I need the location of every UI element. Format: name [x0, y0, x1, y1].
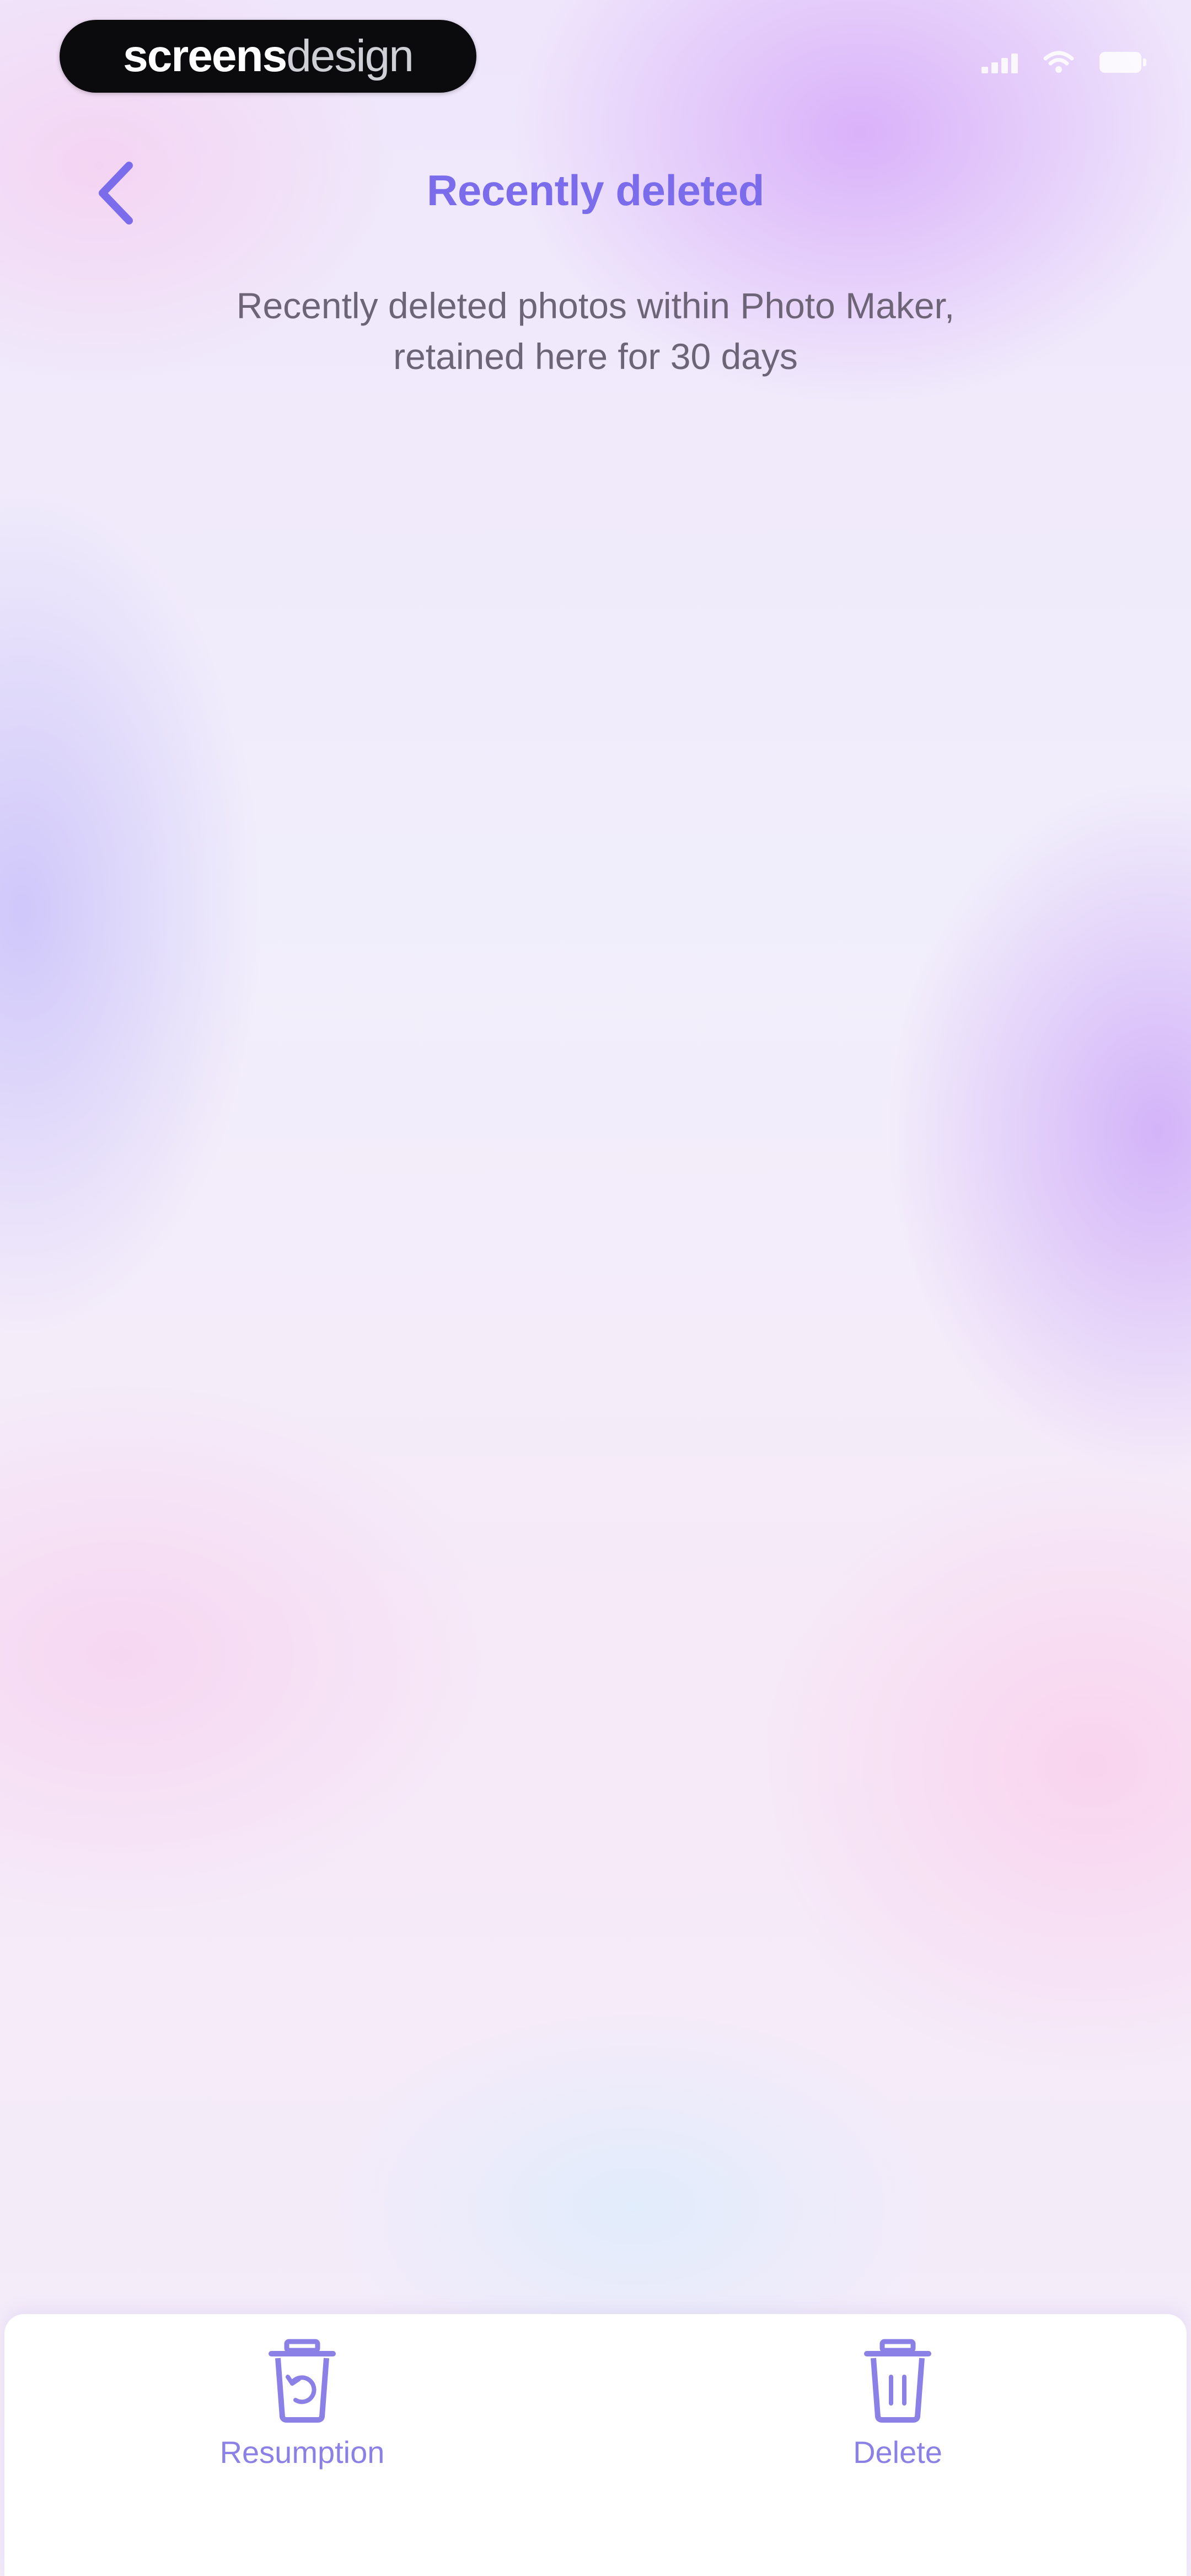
battery-icon	[1099, 52, 1146, 73]
status-bar-icons	[981, 51, 1146, 74]
resumption-button[interactable]: Resumption	[186, 2336, 418, 2470]
retention-notice: Recently deleted photos within Photo Mak…	[143, 280, 1048, 382]
delete-label: Delete	[853, 2435, 942, 2470]
cellular-signal-icon	[981, 51, 1018, 73]
watermark-bold-text: screens	[123, 31, 287, 81]
delete-button[interactable]: Delete	[782, 2336, 1013, 2470]
screensdesign-watermark: screens design	[60, 20, 476, 93]
wifi-icon	[1043, 51, 1074, 73]
retention-notice-line-1: Recently deleted photos within Photo Mak…	[236, 285, 955, 326]
watermark-light-text: design	[286, 31, 414, 81]
resumption-label: Resumption	[219, 2435, 385, 2470]
restore-trash-icon	[269, 2339, 336, 2423]
bottom-action-bar: Resumption Delete	[4, 2314, 1187, 2576]
retention-notice-line-2: retained here for 30 days	[393, 336, 798, 377]
page-title: Recently deleted	[427, 166, 764, 215]
trash-icon	[864, 2339, 931, 2423]
